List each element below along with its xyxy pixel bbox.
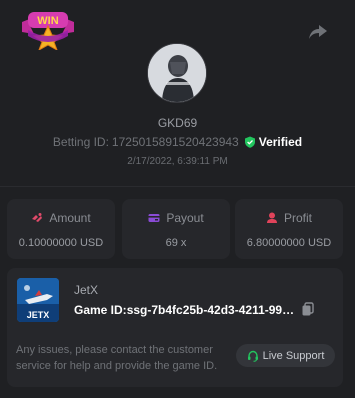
payout-label: Payout: [166, 211, 204, 225]
amount-icon: [32, 213, 43, 222]
amount-card: Amount 0.10000000 USD: [7, 199, 115, 259]
payout-value: 69 x: [165, 237, 187, 249]
game-id-value: ssg-7b4fc25b-42d3-4211-99a...: [126, 303, 296, 317]
copy-button[interactable]: [301, 302, 315, 316]
win-badge-text: WIN: [37, 15, 58, 27]
win-badge: WIN: [18, 8, 78, 52]
payout-icon: [148, 214, 160, 222]
shield-check-icon: [244, 136, 255, 148]
betting-id-value: 1725015891520423943: [111, 135, 239, 149]
profit-card: Profit 6.80000000 USD: [235, 199, 343, 259]
share-icon: [309, 25, 327, 39]
headset-icon: [247, 350, 258, 362]
live-support-button[interactable]: Live Support: [236, 344, 335, 367]
profit-icon: [266, 212, 277, 223]
live-support-label: Live Support: [262, 349, 325, 362]
avatar: [147, 43, 207, 103]
support-text: Any issues, please contact the customer …: [16, 344, 218, 372]
profit-label: Profit: [283, 211, 312, 225]
game-card: JETX JetX Game ID:ssg-7b4fc25b-42d3-4211…: [7, 268, 343, 387]
bet-timestamp: 2/17/2022, 6:39:11 PM: [127, 156, 228, 167]
share-button[interactable]: [307, 22, 329, 42]
amount-label: Amount: [49, 211, 91, 225]
verified-badge: Verified: [244, 135, 302, 149]
game-id-label: Game ID:: [74, 303, 127, 317]
betting-id-label: Betting ID:: [52, 135, 109, 149]
game-id: Game ID:ssg-7b4fc25b-42d3-4211-99a...: [74, 303, 296, 317]
game-name: JetX: [74, 283, 99, 297]
payout-card: Payout 69 x: [122, 199, 230, 259]
divider: [0, 186, 355, 187]
username: GKD69: [157, 116, 198, 130]
amount-value: 0.10000000 USD: [18, 237, 104, 249]
game-thumbnail[interactable]: JETX: [17, 278, 59, 322]
verified-label: Verified: [258, 135, 303, 149]
copy-icon: [302, 302, 314, 316]
profit-value: 6.80000000 USD: [246, 237, 332, 249]
game-thumb-text: JETX: [27, 310, 50, 320]
betting-id-row: Betting ID: 1725015891520423943 Verified: [0, 134, 355, 150]
